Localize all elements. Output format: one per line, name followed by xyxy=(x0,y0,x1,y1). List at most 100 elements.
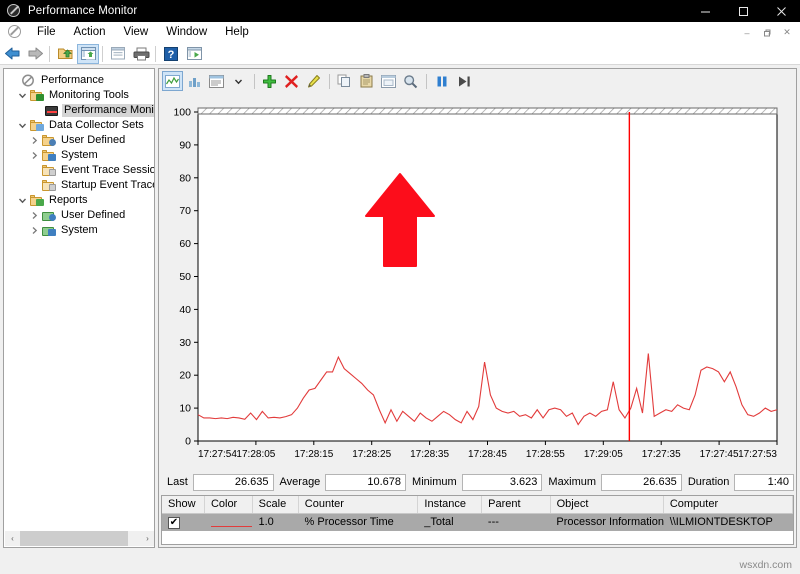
chevron-down-icon[interactable] xyxy=(16,194,29,207)
mdi-restore-button[interactable] xyxy=(757,24,777,41)
average-label: Average xyxy=(274,476,326,488)
minimize-button[interactable] xyxy=(686,0,724,22)
chevron-right-icon[interactable] xyxy=(28,149,41,162)
tree-node-user-defined-reports[interactable]: User Defined xyxy=(4,208,154,223)
max-value-band xyxy=(198,108,777,114)
chevron-right-icon[interactable] xyxy=(28,224,41,237)
color-swatch-cell xyxy=(205,514,253,531)
show-console-tree-button[interactable] xyxy=(77,44,99,64)
performance-monitor-window: Performance Monitor File Action View Win… xyxy=(0,0,800,574)
view-histogram-button[interactable] xyxy=(184,71,205,91)
tree-node-label: User Defined xyxy=(59,134,127,147)
menu-bar: File Action View Window Help – ✕ xyxy=(0,22,800,43)
system-report-icon xyxy=(41,224,56,237)
scroll-left-button[interactable]: ‹ xyxy=(5,531,20,546)
toolbar-separator xyxy=(329,74,330,89)
print-button[interactable] xyxy=(130,44,152,64)
column-header-counter[interactable]: Counter xyxy=(299,496,419,513)
column-header-parent[interactable]: Parent xyxy=(482,496,551,513)
column-header-color[interactable]: Color xyxy=(205,496,253,513)
properties-button[interactable] xyxy=(107,44,129,64)
tree-node-monitoring-tools[interactable]: Monitoring Tools xyxy=(4,88,154,103)
column-header-instance[interactable]: Instance xyxy=(418,496,482,513)
table-row[interactable]: ✔ 1.0 % Processor Time _Total --- Proces… xyxy=(162,514,793,531)
delete-counter-button[interactable] xyxy=(281,71,302,91)
new-window-button[interactable] xyxy=(183,44,205,64)
view-graph-button[interactable] xyxy=(162,71,183,91)
menu-help[interactable]: Help xyxy=(216,24,258,40)
column-header-object[interactable]: Object xyxy=(551,496,664,513)
svg-text:17:27:35: 17:27:35 xyxy=(642,449,681,460)
back-button[interactable] xyxy=(1,44,23,64)
menu-view[interactable]: View xyxy=(115,24,158,40)
svg-text:100: 100 xyxy=(173,107,191,119)
svg-text:17:27:54: 17:27:54 xyxy=(198,449,237,460)
svg-text:17:27:45: 17:27:45 xyxy=(700,449,739,460)
scroll-right-button[interactable]: › xyxy=(140,531,155,546)
tree-node-system-dcs[interactable]: System xyxy=(4,148,154,163)
update-data-button[interactable] xyxy=(453,71,474,91)
forward-button[interactable] xyxy=(24,44,46,64)
tree-node-performance-monitor[interactable]: Performance Monitor xyxy=(4,103,154,118)
no-entry-icon xyxy=(7,24,23,40)
mdi-minimize-button[interactable]: – xyxy=(737,24,757,41)
menu-action[interactable]: Action xyxy=(65,24,115,40)
highlighter-pencil-button[interactable] xyxy=(303,71,324,91)
tree-node-data-collector-sets[interactable]: Data Collector Sets xyxy=(4,118,154,133)
menu-window[interactable]: Window xyxy=(157,24,216,40)
tree-node-label: System xyxy=(59,149,100,162)
freeze-display-button[interactable] xyxy=(431,71,452,91)
tree-node-event-trace-sessions[interactable]: Event Trace Sessions xyxy=(4,163,154,178)
tree-node-performance[interactable]: Performance xyxy=(4,73,154,88)
chevron-right-icon[interactable] xyxy=(28,134,41,147)
duration-label: Duration xyxy=(682,476,735,488)
tree-node-startup-event-trace-sessions[interactable]: Startup Event Trace Ses xyxy=(4,178,154,193)
copy-properties-button[interactable] xyxy=(334,71,355,91)
tree-node-system-reports[interactable]: System xyxy=(4,223,154,238)
tree-node-label: Data Collector Sets xyxy=(47,119,146,132)
show-checkbox-cell[interactable]: ✔ xyxy=(162,514,205,531)
properties-window-button[interactable] xyxy=(378,71,399,91)
up-one-level-button[interactable] xyxy=(54,44,76,64)
counter-legend-table[interactable]: Show Color Scale Counter Instance Parent… xyxy=(161,495,794,545)
view-report-button[interactable] xyxy=(206,71,227,91)
main-toolbar: ? xyxy=(0,43,800,65)
mdi-close-button[interactable]: ✕ xyxy=(777,24,797,41)
system-folder-icon xyxy=(41,149,56,162)
maximum-label: Maximum xyxy=(542,476,601,488)
user-defined-folder-icon xyxy=(41,134,56,147)
tree-node-user-defined-dcs[interactable]: User Defined xyxy=(4,133,154,148)
chevron-down-icon[interactable] xyxy=(16,119,29,132)
performance-chart[interactable]: 0102030405060708090100 17:27:5417:28:051… xyxy=(160,95,795,468)
computer-cell: \\ILMIONTDESKTOP xyxy=(664,514,793,531)
column-header-show[interactable]: Show xyxy=(162,496,205,513)
svg-text:0: 0 xyxy=(185,436,191,448)
tree-node-reports[interactable]: Reports xyxy=(4,193,154,208)
show-checkbox[interactable]: ✔ xyxy=(168,517,180,529)
no-entry-icon xyxy=(6,3,22,19)
scroll-track[interactable] xyxy=(20,531,140,546)
tree-node-label: Event Trace Sessions xyxy=(59,164,155,177)
toolbar-separator xyxy=(49,46,50,62)
window-title-bar: Performance Monitor xyxy=(0,0,800,22)
magnifier-button[interactable] xyxy=(400,71,421,91)
clipboard-paste-button[interactable] xyxy=(356,71,377,91)
chevron-down-icon[interactable] xyxy=(16,89,29,102)
toolbar-separator xyxy=(254,74,255,89)
scroll-thumb[interactable] xyxy=(20,531,128,546)
svg-text:90: 90 xyxy=(179,139,191,151)
maximize-button[interactable] xyxy=(724,0,762,22)
view-dropdown-button[interactable] xyxy=(228,71,249,91)
close-button[interactable] xyxy=(762,0,800,22)
graph-toolbar xyxy=(159,69,796,93)
svg-text:80: 80 xyxy=(179,172,191,184)
menu-file[interactable]: File xyxy=(28,24,65,40)
help-button[interactable]: ? xyxy=(160,44,182,64)
column-header-scale[interactable]: Scale xyxy=(253,496,299,513)
column-header-computer[interactable]: Computer xyxy=(664,496,793,513)
add-counter-button[interactable] xyxy=(259,71,280,91)
chevron-right-icon[interactable] xyxy=(28,209,41,222)
tree-node-label: Performance Monitor xyxy=(62,104,155,117)
svg-text:17:29:05: 17:29:05 xyxy=(584,449,623,460)
tree-horizontal-scrollbar[interactable]: ‹ › xyxy=(5,531,155,546)
